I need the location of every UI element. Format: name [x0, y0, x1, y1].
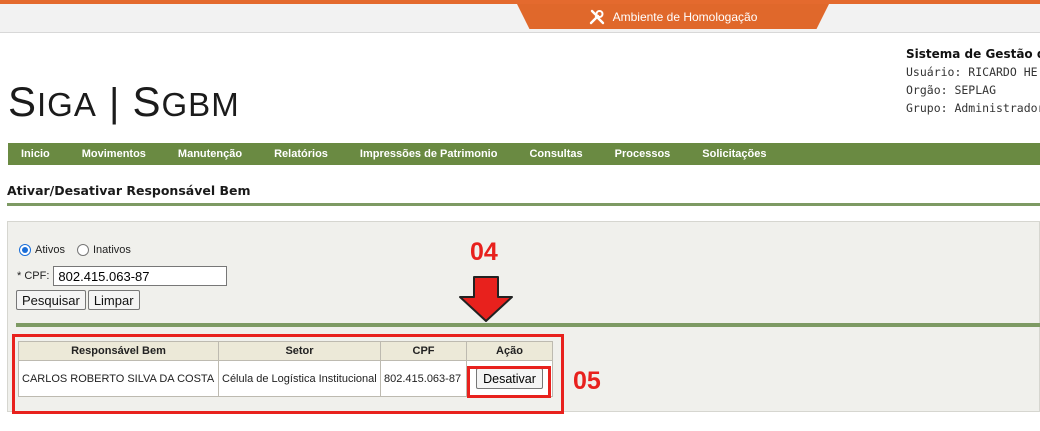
logo-text: IGA: [37, 86, 97, 123]
logo-separator: |: [96, 81, 133, 125]
annotation-button-highlight: [467, 366, 551, 398]
menu-item-impressoes[interactable]: Impressões de Patrimonio: [344, 148, 514, 160]
group-info: Grupo: Administrador: [906, 101, 1040, 115]
logo-letter: S: [8, 78, 38, 125]
down-arrow-icon: [459, 276, 513, 322]
radio-ativos[interactable]: [19, 244, 31, 256]
filter-buttons: Pesquisar Limpar: [16, 290, 140, 310]
menu-item-manutencao[interactable]: Manutenção: [162, 148, 258, 160]
org-info: Orgão: SEPLAG: [906, 83, 997, 97]
title-divider: [7, 203, 1040, 206]
environment-label: Ambiente de Homologação: [612, 9, 758, 24]
logo-letter: S: [132, 78, 162, 125]
clear-button[interactable]: Limpar: [87, 290, 140, 310]
radio-inativos-label: Inativos: [92, 244, 131, 256]
cpf-row: * CPF:: [17, 266, 228, 286]
menu-item-consultas[interactable]: Consultas: [513, 148, 598, 160]
logo-text: GBM: [161, 86, 240, 123]
environment-top-line: [0, 0, 1040, 4]
menu-item-movimentos[interactable]: Movimentos: [66, 148, 162, 160]
search-button[interactable]: Pesquisar: [16, 290, 86, 310]
menu-item-inicio[interactable]: Inicio: [8, 148, 66, 160]
cpf-input[interactable]: [53, 266, 228, 286]
results-divider: [16, 323, 1040, 327]
page-title: Ativar/Desativar Responsável Bem: [7, 183, 251, 198]
user-info: Usuário: RICARDO HE: [906, 65, 1038, 79]
annotation-step-04: 04: [470, 238, 498, 266]
environment-bar: Ambiente de Homologação: [0, 0, 1040, 33]
radio-inativos[interactable]: [76, 244, 89, 256]
radio-ativos-label: Ativos: [35, 244, 65, 256]
cpf-label: * CPF:: [17, 270, 50, 282]
menu-item-solicitacoes[interactable]: Solicitações: [686, 148, 782, 160]
status-radio-group: Ativos Inativos: [19, 244, 131, 256]
system-title: Sistema de Gestão d: [906, 47, 1040, 61]
annotation-step-05: 05: [573, 367, 601, 395]
environment-badge: Ambiente de Homologação: [517, 4, 829, 29]
app-logo: SIGA | SGBM: [8, 78, 240, 126]
tools-icon: [589, 9, 604, 24]
menu-item-relatorios[interactable]: Relatórios: [258, 148, 344, 160]
system-info: Sistema de Gestão d Usuário: RICARDO HE …: [906, 45, 1040, 117]
menu-item-processos[interactable]: Processos: [599, 148, 687, 160]
main-menu: Inicio Movimentos Manutenção Relatórios …: [8, 143, 1040, 165]
